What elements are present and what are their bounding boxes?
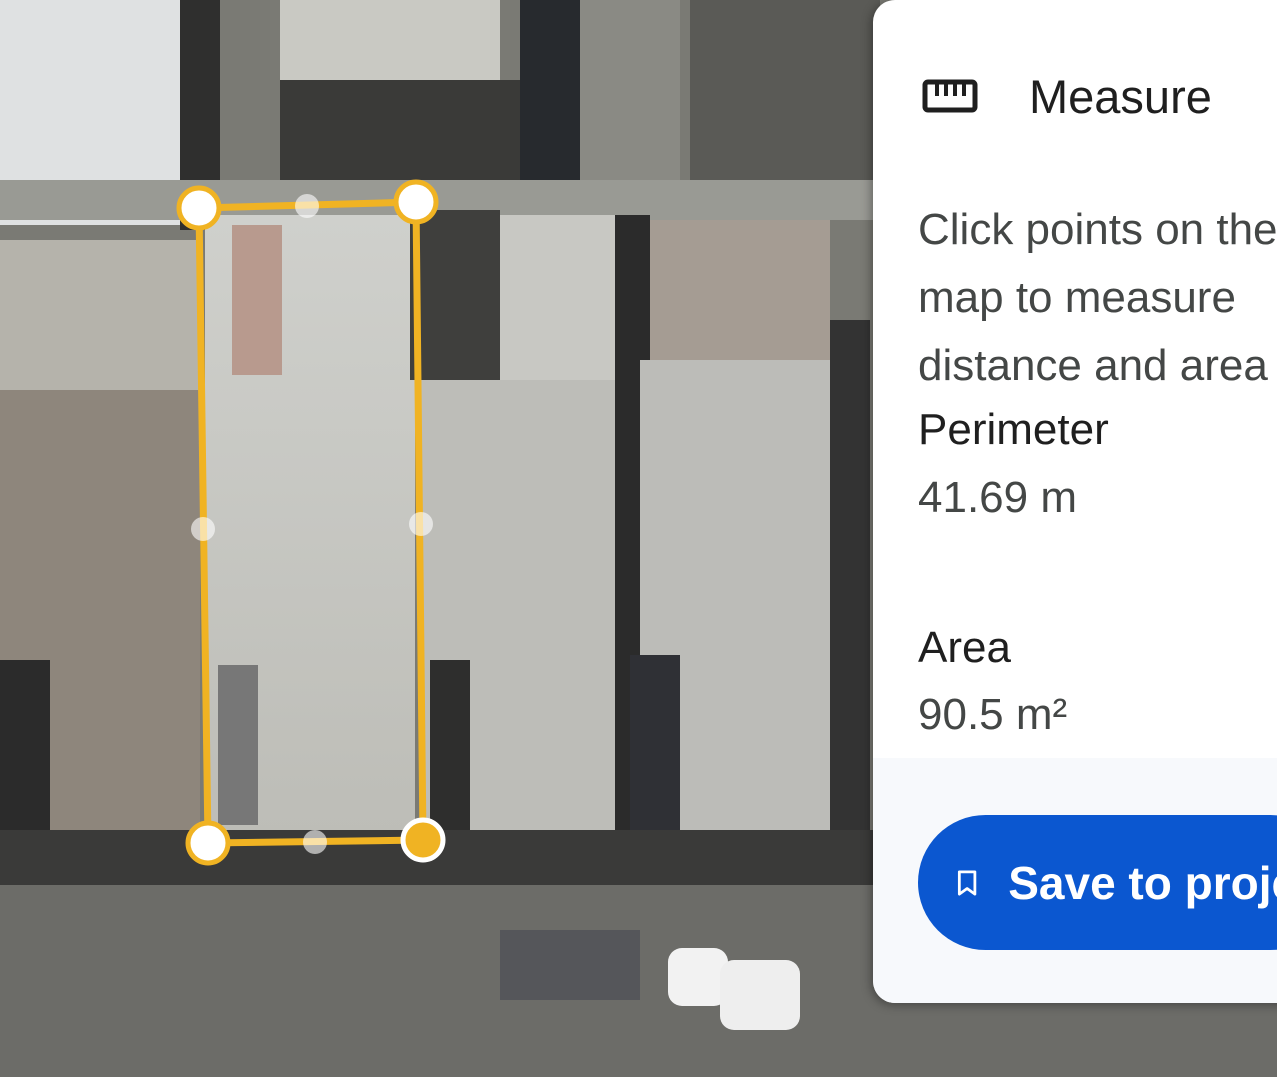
building-roof xyxy=(280,0,500,80)
building-shadow xyxy=(630,655,680,845)
vertex-handle-active[interactable] xyxy=(400,817,446,863)
save-button-label: Save to project xyxy=(1008,856,1277,909)
building-roof xyxy=(520,0,580,190)
parked-car xyxy=(720,960,800,1030)
building-shadow xyxy=(410,210,500,380)
save-to-project-button[interactable]: Save to project xyxy=(918,815,1277,950)
midpoint-handle[interactable] xyxy=(409,512,433,536)
panel-footer: Save to project xyxy=(873,758,1277,1003)
building-roof xyxy=(232,225,282,375)
panel-header: Measure xyxy=(921,69,1212,123)
vertex-handle[interactable] xyxy=(176,185,222,231)
ruler-icon xyxy=(922,79,978,113)
perimeter-label: Perimeter xyxy=(918,405,1109,454)
building-roof xyxy=(500,215,620,380)
building-roof xyxy=(690,0,880,180)
vertex-handle[interactable] xyxy=(393,179,439,225)
midpoint-handle[interactable] xyxy=(303,830,327,854)
building-roof xyxy=(650,220,830,360)
area-label: Area xyxy=(918,623,1011,672)
building-shadow xyxy=(830,320,870,840)
parked-car xyxy=(500,930,640,1000)
midpoint-handle[interactable] xyxy=(295,194,319,218)
area-value: 90.5 m² xyxy=(918,690,1068,739)
building-roof xyxy=(218,665,258,825)
panel-title: Measure xyxy=(1029,69,1212,123)
building-roof xyxy=(280,80,540,180)
vertex-handle[interactable] xyxy=(185,820,231,866)
building-roof xyxy=(0,240,200,390)
bookmark-icon xyxy=(957,870,977,895)
midpoint-handle[interactable] xyxy=(191,517,215,541)
perimeter-value: 41.69 m xyxy=(918,473,1077,522)
measure-instructions: Click points on the map to measure dista… xyxy=(918,205,1277,390)
parked-car xyxy=(668,948,728,1006)
building-roof xyxy=(580,0,680,180)
measure-panel: Measure Click points on the map to measu… xyxy=(873,0,1277,1003)
